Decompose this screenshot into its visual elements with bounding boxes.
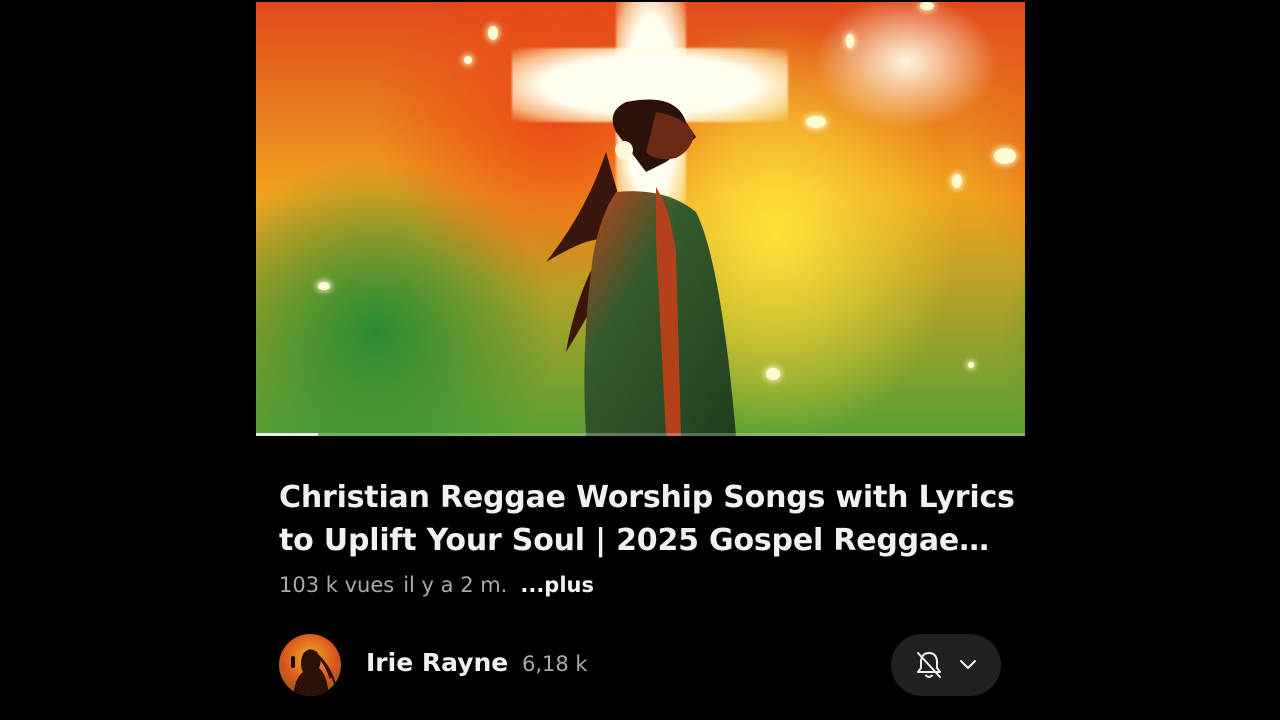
video-thumbnail: [256, 2, 1025, 436]
sparkle: [806, 116, 826, 128]
video-player[interactable]: [256, 2, 1025, 436]
man-with-dreadlocks-figure: [546, 99, 736, 436]
channel-name[interactable]: Irie Rayne: [366, 648, 508, 677]
sparkle: [920, 2, 934, 10]
subscriber-count: 6,18 k: [522, 652, 588, 676]
avatar[interactable]: [279, 634, 341, 696]
view-count: 103 k vues: [279, 573, 395, 597]
sparkle: [318, 282, 330, 290]
singer-silhouette-icon: [291, 649, 336, 696]
sparkle: [952, 174, 962, 188]
sparkle: [968, 362, 974, 368]
sparkle: [488, 26, 498, 40]
sparkle: [846, 34, 854, 48]
bell-off-icon: [917, 652, 941, 678]
progress-fill: [256, 433, 318, 436]
video-title[interactable]: Christian Reggae Worship Songs with Lyri…: [279, 476, 1019, 562]
channel-row: Irie Rayne 6,18 k: [279, 634, 1001, 696]
progress-track[interactable]: [256, 433, 1025, 436]
sparkle: [994, 148, 1016, 164]
chevron-down-icon: [960, 660, 976, 669]
sparkle: [464, 56, 472, 64]
sparkle: [766, 368, 780, 380]
upload-age: il y a 2 m.: [403, 573, 508, 597]
subscribed-notification-button[interactable]: [891, 634, 1001, 696]
video-meta: 103 k vues il y a 2 m. ...plus: [279, 573, 603, 597]
show-more-link[interactable]: ...plus: [520, 573, 594, 597]
